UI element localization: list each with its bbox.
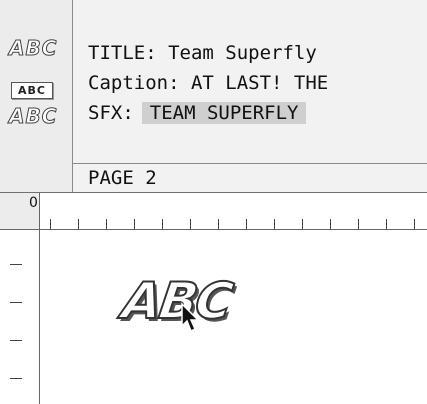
ruler-tick xyxy=(302,219,303,229)
ruler-tick xyxy=(274,219,275,229)
style-palette: ABC ABC ABC xyxy=(0,0,72,193)
ruler-tick xyxy=(134,219,135,229)
palette-divider xyxy=(72,0,73,193)
ruler-tick xyxy=(330,219,331,229)
page-label: PAGE 2 xyxy=(88,167,157,189)
script-panel: ABC ABC ABC TITLE: Team Superfly Caption… xyxy=(0,0,427,193)
caption-line[interactable]: Caption: AT LAST! THE xyxy=(88,68,328,98)
page-canvas[interactable] xyxy=(40,230,427,404)
sfx-lettering[interactable]: ABC xyxy=(118,271,236,331)
ruler-tick xyxy=(106,219,107,229)
pointer-cursor-icon xyxy=(181,302,200,333)
sfx-style-icon-2[interactable]: ABC xyxy=(9,104,57,129)
ruler-tick xyxy=(358,219,359,229)
horizontal-ruler[interactable] xyxy=(40,193,427,230)
vertical-ruler[interactable] xyxy=(0,230,40,404)
ruler-tick xyxy=(10,264,22,265)
sfx-line[interactable]: SFX: TEAM SUPERFLY xyxy=(88,98,328,128)
ruler-tick xyxy=(50,219,51,229)
sfx-style-icon-1[interactable]: ABC xyxy=(9,36,57,61)
ruler-tick xyxy=(218,219,219,229)
ruler-tick xyxy=(190,219,191,229)
ruler-tick xyxy=(78,219,79,229)
ruler-tick xyxy=(10,340,22,341)
ruler-tick xyxy=(246,219,247,229)
ruler-tick xyxy=(10,378,22,379)
ruler-tick xyxy=(10,302,22,303)
script-lines: TITLE: Team Superfly Caption: AT LAST! T… xyxy=(88,38,328,128)
sfx-prefix: SFX: xyxy=(88,102,134,124)
title-line[interactable]: TITLE: Team Superfly xyxy=(88,38,328,68)
ruler-tick xyxy=(386,219,387,229)
ruler-tick xyxy=(162,219,163,229)
caption-style-icon[interactable]: ABC xyxy=(11,82,53,99)
sfx-value-highlight[interactable]: TEAM SUPERFLY xyxy=(141,102,307,124)
ruler-tick xyxy=(414,219,415,229)
ruler-origin-label: 0 xyxy=(29,195,38,211)
